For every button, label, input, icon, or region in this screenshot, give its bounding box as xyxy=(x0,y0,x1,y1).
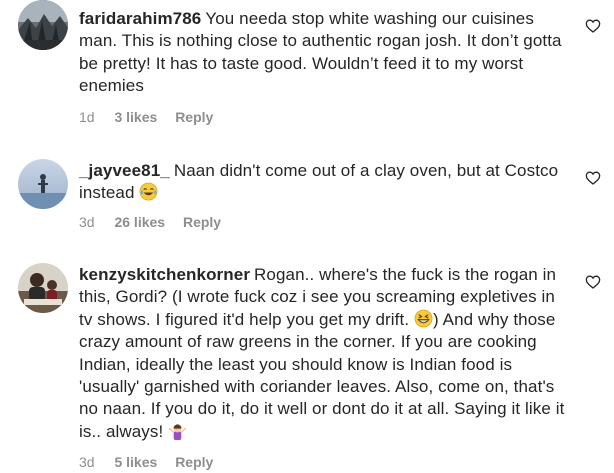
comment-likes-count[interactable]: 3 likes xyxy=(114,109,157,125)
comment-meta: 1d 3 likes Reply xyxy=(79,109,213,125)
comment-username[interactable]: kenzyskitchenkorner xyxy=(79,265,250,284)
comment-text: kenzyskitchenkorner Rogan.. where's the f… xyxy=(79,264,571,443)
comment-item: kenzyskitchenkorner Rogan.. where's the f… xyxy=(0,259,614,473)
comment-likes-count[interactable]: 26 likes xyxy=(114,214,165,230)
comment-text: _jayvee81_ Naan didn't come out of a clay… xyxy=(79,160,571,205)
comment-username[interactable]: _jayvee81_ xyxy=(79,161,170,180)
comment-content-part2: ) And why those crazy amount of raw gree… xyxy=(79,309,565,441)
comment-timestamp[interactable]: 3d xyxy=(79,214,95,230)
comment-meta: 3d 26 likes Reply xyxy=(79,214,221,230)
grinning-squinting-emoji-icon xyxy=(414,309,433,328)
comment-timestamp[interactable]: 1d xyxy=(79,109,95,125)
reply-button[interactable]: Reply xyxy=(183,214,221,230)
reply-button[interactable]: Reply xyxy=(175,109,213,125)
avatar[interactable] xyxy=(18,159,68,209)
heart-icon[interactable] xyxy=(585,274,601,290)
comment-timestamp[interactable]: 3d xyxy=(79,454,95,470)
reply-button[interactable]: Reply xyxy=(175,454,213,470)
heart-icon[interactable] xyxy=(585,170,601,186)
comment-item: faridarahim786 You needa stop white washi… xyxy=(0,0,614,140)
comment-username[interactable]: faridarahim786 xyxy=(79,9,201,28)
comment-meta: 3d 5 likes Reply xyxy=(79,454,213,470)
person-shrugging-emoji-icon xyxy=(168,424,187,440)
comment-likes-count[interactable]: 5 likes xyxy=(114,454,157,470)
comment-item: _jayvee81_ Naan didn't come out of a clay… xyxy=(0,155,614,245)
avatar[interactable] xyxy=(18,263,68,313)
avatar[interactable] xyxy=(18,0,68,50)
heart-icon[interactable] xyxy=(585,18,601,34)
tears-of-joy-emoji-icon xyxy=(139,182,158,201)
comment-text: faridarahim786 You needa stop white washi… xyxy=(79,8,571,98)
